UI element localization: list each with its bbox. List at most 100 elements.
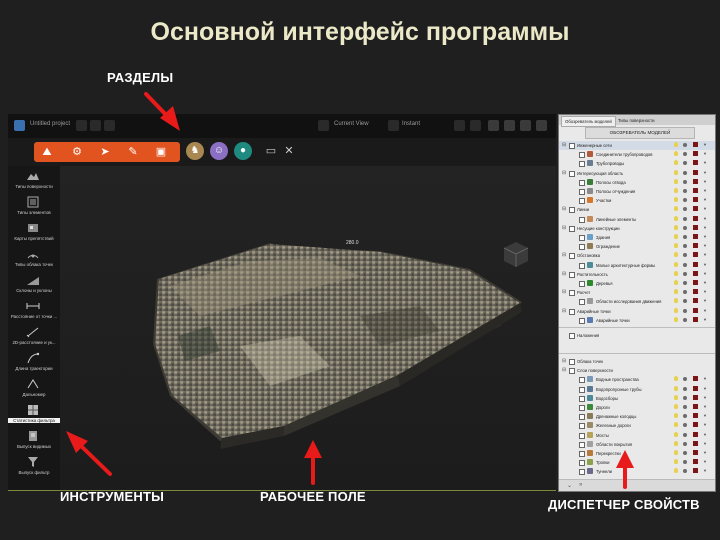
color-swatch-icon[interactable] — [693, 316, 698, 322]
filter-icon[interactable]: ▼ — [703, 405, 707, 409]
shading-icon[interactable] — [683, 161, 687, 166]
light-bulb-icon[interactable] — [674, 261, 678, 267]
color-swatch-icon[interactable] — [693, 280, 698, 285]
light-bulb-icon[interactable] — [674, 270, 678, 276]
shading-icon[interactable] — [683, 170, 687, 175]
tool-visible-export[interactable]: Выпуск видимых — [8, 430, 60, 456]
filter-icon[interactable]: ▼ — [703, 262, 707, 267]
filter-icon[interactable]: ▼ — [703, 308, 707, 313]
shading-icon[interactable] — [683, 262, 687, 267]
shading-icon[interactable] — [683, 281, 687, 285]
shading-icon[interactable] — [683, 423, 687, 428]
shading-icon[interactable] — [683, 405, 687, 409]
tree-row[interactable]: Малые архитектурные формы ▼ — [559, 261, 715, 270]
filter-icon[interactable]: ▼ — [703, 143, 707, 147]
shading-icon[interactable] — [683, 441, 687, 446]
color-swatch-icon[interactable] — [693, 142, 698, 147]
expand-toggle-icon[interactable]: ⊟ — [562, 308, 566, 314]
maximize-icon[interactable] — [536, 120, 547, 131]
color-swatch-icon[interactable] — [693, 234, 698, 239]
light-bulb-icon[interactable] — [674, 206, 678, 212]
light-bulb-icon[interactable] — [674, 298, 678, 304]
globe-icon[interactable] — [104, 120, 115, 131]
expand-toggle-icon[interactable]: ⊟ — [562, 367, 566, 373]
tool-surface-types[interactable]: Типы поверхности — [8, 170, 60, 196]
brush-icon[interactable]: ✎ — [126, 145, 140, 159]
color-swatch-icon[interactable] — [693, 261, 698, 267]
tree-row[interactable]: Области исследования движения ▼ — [559, 297, 715, 306]
tree-row[interactable]: Мосты ▼ — [559, 431, 715, 440]
tree-row[interactable]: ⊟ Несущие конструкции ▼ — [559, 224, 715, 233]
color-swatch-icon[interactable] — [693, 404, 698, 409]
expand-toggle-icon[interactable]: ⊟ — [562, 142, 566, 148]
light-bulb-icon[interactable] — [674, 307, 678, 313]
light-bulb-icon[interactable] — [674, 468, 678, 474]
visibility-checkbox[interactable] — [569, 225, 575, 232]
visibility-checkbox[interactable] — [569, 143, 575, 149]
expand-toggle-icon[interactable]: ⊟ — [562, 289, 566, 295]
filter-icon[interactable]: ▼ — [703, 451, 707, 455]
color-swatch-icon[interactable] — [693, 307, 698, 313]
shading-icon[interactable] — [683, 451, 687, 455]
shading-icon[interactable] — [683, 235, 687, 239]
visibility-checkbox[interactable] — [579, 281, 585, 287]
color-swatch-icon[interactable] — [693, 376, 698, 382]
panel-toggle-icon[interactable] — [504, 120, 515, 131]
tool-element-types[interactable]: Типы элементов — [8, 196, 60, 222]
hiker-icon[interactable]: ♞ — [186, 142, 204, 160]
visibility-checkbox[interactable] — [569, 253, 575, 260]
light-bulb-icon[interactable] — [674, 234, 678, 239]
color-swatch-icon[interactable] — [693, 422, 698, 428]
window-icon[interactable] — [488, 120, 499, 131]
monitor-icon[interactable]: ▭ — [264, 144, 278, 158]
tree-row[interactable]: ⊟ Аварийные точки ▼ — [559, 307, 715, 316]
shading-icon[interactable] — [683, 395, 687, 400]
tree-row[interactable]: Водопропускные трубы ▼ — [559, 385, 715, 394]
tree-row[interactable]: ⊟ Слои поверхности — [559, 366, 715, 375]
tool-distance-from-point[interactable]: Расстояние от точки ... — [8, 300, 60, 326]
color-swatch-icon[interactable] — [693, 224, 698, 230]
visibility-checkbox[interactable] — [579, 299, 585, 306]
visibility-checkbox[interactable] — [579, 198, 585, 205]
filter-icon[interactable]: ▼ — [703, 432, 707, 437]
shading-icon[interactable] — [683, 290, 687, 295]
visibility-checkbox[interactable] — [579, 414, 585, 421]
filter-icon[interactable]: ▼ — [703, 161, 707, 165]
tool-trajectory-length[interactable]: Длина траектории — [8, 352, 60, 378]
visibility-checkbox[interactable] — [569, 271, 575, 278]
color-swatch-icon[interactable] — [693, 440, 698, 446]
collapse-icon[interactable]: ⌄ — [567, 482, 572, 489]
expand-toggle-icon[interactable]: ⊟ — [562, 225, 566, 231]
shading-icon[interactable] — [683, 216, 687, 221]
shading-icon[interactable] — [683, 143, 687, 147]
filter-icon[interactable]: ▼ — [703, 414, 707, 418]
light-bulb-icon[interactable] — [674, 385, 678, 391]
filter-icon[interactable]: ▼ — [703, 469, 707, 473]
visibility-checkbox[interactable] — [579, 189, 585, 195]
shading-icon[interactable] — [683, 198, 687, 203]
refresh-icon[interactable] — [454, 120, 465, 131]
visibility-checkbox[interactable] — [579, 395, 585, 402]
tree-row[interactable]: Полосы отвода ▼ — [559, 178, 715, 187]
shading-icon[interactable] — [683, 460, 687, 465]
light-bulb-icon[interactable] — [674, 224, 678, 230]
filter-icon[interactable]: ▼ — [703, 179, 707, 184]
filter-icon[interactable]: ▼ — [703, 170, 707, 175]
tree-row[interactable]: Трубопроводы ▼ — [559, 159, 715, 168]
light-bulb-icon[interactable] — [674, 422, 678, 428]
tool-filter-export[interactable]: Выпуск фильтр — [8, 456, 60, 482]
tree-row[interactable]: Дороги ▼ — [559, 403, 715, 412]
settings-icon[interactable]: ⚙ — [70, 145, 84, 159]
tool-obstacle-maps[interactable]: Карты препятствий — [8, 222, 60, 248]
undo-icon[interactable] — [76, 120, 87, 131]
tree-row[interactable]: ⊟ Расчет ▼ — [559, 288, 715, 297]
shading-icon[interactable] — [683, 386, 687, 391]
expand-icon[interactable]: » — [579, 482, 582, 488]
shading-icon[interactable] — [683, 189, 687, 193]
pointer-icon[interactable]: ➤ — [98, 145, 112, 159]
tree-row[interactable]: Участки ▼ — [559, 196, 715, 205]
tree-row[interactable]: ⊟ Интересующая область ▼ — [559, 169, 715, 178]
tree-row[interactable]: Перекрестки ▼ — [559, 449, 715, 458]
filter-icon[interactable]: ▼ — [703, 317, 707, 322]
tree-row[interactable]: Соединители трубопроводов ▼ — [559, 150, 715, 159]
